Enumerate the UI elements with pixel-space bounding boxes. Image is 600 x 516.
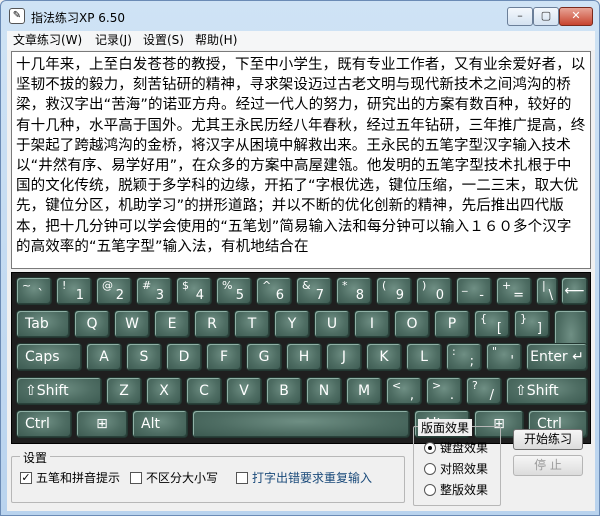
key-l: L xyxy=(406,343,442,371)
maximize-button[interactable]: ▢ xyxy=(533,7,559,26)
key-left-bracket: {[ xyxy=(474,310,510,338)
key-7: & 7 xyxy=(296,277,332,305)
minimize-button[interactable]: – xyxy=(507,7,533,26)
key-a: A xyxy=(86,343,122,371)
key-w: W xyxy=(114,310,150,338)
key-v: V xyxy=(226,377,262,405)
client-area: 文章练习(W) 记录(J) 设置(S) 帮助(H) 十几年来，上至白发苍苍的教授… xyxy=(7,31,595,511)
key-left-shift: ⇧Shift xyxy=(16,377,102,405)
key-h: H xyxy=(286,343,322,371)
settings-group-title: 设置 xyxy=(20,449,51,466)
key-0: ) 0 xyxy=(416,277,452,305)
key-o: O xyxy=(394,310,430,338)
key-2: @2 xyxy=(96,277,132,305)
virtual-keyboard: ~ ` ! 1 @2 #3 $4 % 5 ^ 6 & 7 * 8 (9 ) 0 _ - + = |… xyxy=(11,272,591,444)
start-practice-button[interactable]: 开始练习 xyxy=(513,429,583,450)
menu-help[interactable]: 帮助(H) xyxy=(195,33,237,48)
key-tab: Tab xyxy=(16,310,70,338)
key-comma: <, xyxy=(386,377,422,405)
key-y: Y xyxy=(274,310,310,338)
key-minus: _ - xyxy=(456,277,492,305)
key-n: N xyxy=(306,377,342,405)
key-b: B xyxy=(266,377,302,405)
key-right-bracket: }] xyxy=(514,310,550,338)
key-9: (9 xyxy=(376,277,412,305)
menu-article-practice[interactable]: 文章练习(W) xyxy=(13,33,82,48)
effect-keyboard-radio[interactable]: 键盘效果 xyxy=(424,439,488,456)
wubi-pinyin-checkbox[interactable]: ✓ 五笔和拼音提示 xyxy=(20,469,120,486)
close-button[interactable]: ✕ xyxy=(559,7,593,26)
key-z: Z xyxy=(106,377,142,405)
radio-icon xyxy=(424,462,436,475)
key-5: % 5 xyxy=(216,277,252,305)
key-enter: Enter ↵ xyxy=(526,343,588,371)
key-c: C xyxy=(186,377,222,405)
key-p: P xyxy=(434,310,470,338)
key-s: S xyxy=(126,343,162,371)
key-j: J xyxy=(326,343,362,371)
layout-effect-group: 版面效果 键盘效果 对照效果 整版效果 xyxy=(413,419,501,506)
key-3: #3 xyxy=(136,277,172,305)
layout-effect-title: 版面效果 xyxy=(418,419,473,436)
practice-text-area[interactable]: 十几年来，上至白发苍苍的教授，下至中小学生，既有专业工作者，又有业余爱好者，以坚… xyxy=(11,51,591,269)
key-1: ! 1 xyxy=(56,277,92,305)
key-u: U xyxy=(314,310,350,338)
key-4: $4 xyxy=(176,277,212,305)
practice-text: 十几年来，上至白发苍苍的教授，下至中小学生，既有专业工作者，又有业余爱好者，以坚… xyxy=(16,57,586,255)
key-equals: + = xyxy=(496,277,532,305)
key-d: D xyxy=(166,343,202,371)
key-x: X xyxy=(146,377,182,405)
menu-settings[interactable]: 设置(S) xyxy=(143,33,184,48)
key-right-shift: ⇧Shift xyxy=(506,377,588,405)
radio-selected-icon xyxy=(424,441,436,454)
key-m: M xyxy=(346,377,382,405)
key-semicolon: :; xyxy=(446,343,482,371)
app-logo-icon: ✎ xyxy=(9,8,25,24)
key-backtick: ~ ` xyxy=(16,277,52,305)
radio-icon xyxy=(424,483,436,496)
key-left-win: ⊞ xyxy=(76,410,128,438)
effect-fullpage-radio[interactable]: 整版效果 xyxy=(424,481,488,498)
key-g: G xyxy=(246,343,282,371)
key-slash: ? / xyxy=(466,377,502,405)
key-6: ^ 6 xyxy=(256,277,292,305)
key-t: T xyxy=(234,310,270,338)
windows-logo-icon: ⊞ xyxy=(96,416,108,432)
key-r: R xyxy=(194,310,230,338)
case-insensitive-checkbox[interactable]: 不区分大小写 xyxy=(130,469,218,486)
key-backspace: ⟵ xyxy=(561,277,588,305)
key-e: E xyxy=(154,310,190,338)
settings-group: 设置 ✓ 五笔和拼音提示 不区分大小写 打字出错要求重复输入 xyxy=(11,449,405,503)
key-k: K xyxy=(366,343,402,371)
key-left-ctrl: Ctrl xyxy=(16,410,72,438)
window-title: 指法练习XP 6.50 xyxy=(31,11,125,25)
key-q: Q xyxy=(74,310,110,338)
stop-button[interactable]: 停 止 xyxy=(513,455,583,476)
checkbox-checked-icon: ✓ xyxy=(20,470,32,484)
key-backslash: | \ xyxy=(536,277,558,305)
backspace-arrow-icon: ⟵ xyxy=(564,283,585,299)
key-i: I xyxy=(354,310,390,338)
checkbox-icon xyxy=(236,471,248,484)
effect-compare-radio[interactable]: 对照效果 xyxy=(424,460,488,477)
menu-records[interactable]: 记录(J) xyxy=(95,33,132,48)
key-8: * 8 xyxy=(336,277,372,305)
retype-on-error-checkbox[interactable]: 打字出错要求重复输入 xyxy=(236,469,372,486)
key-space xyxy=(192,410,410,438)
key-f: F xyxy=(206,343,242,371)
key-period: >. xyxy=(426,377,462,405)
key-caps-lock: Caps xyxy=(16,343,82,371)
title-bar[interactable]: ✎ 指法练习XP 6.50 – ▢ ✕ xyxy=(1,1,599,31)
key-left-alt: Alt xyxy=(132,410,188,438)
app-window: ✎ 指法练习XP 6.50 – ▢ ✕ 文章练习(W) 记录(J) 设置(S) … xyxy=(0,0,600,516)
checkbox-icon xyxy=(130,471,142,484)
menu-bar: 文章练习(W) 记录(J) 设置(S) 帮助(H) xyxy=(7,31,595,50)
key-quote: " ' xyxy=(486,343,522,371)
